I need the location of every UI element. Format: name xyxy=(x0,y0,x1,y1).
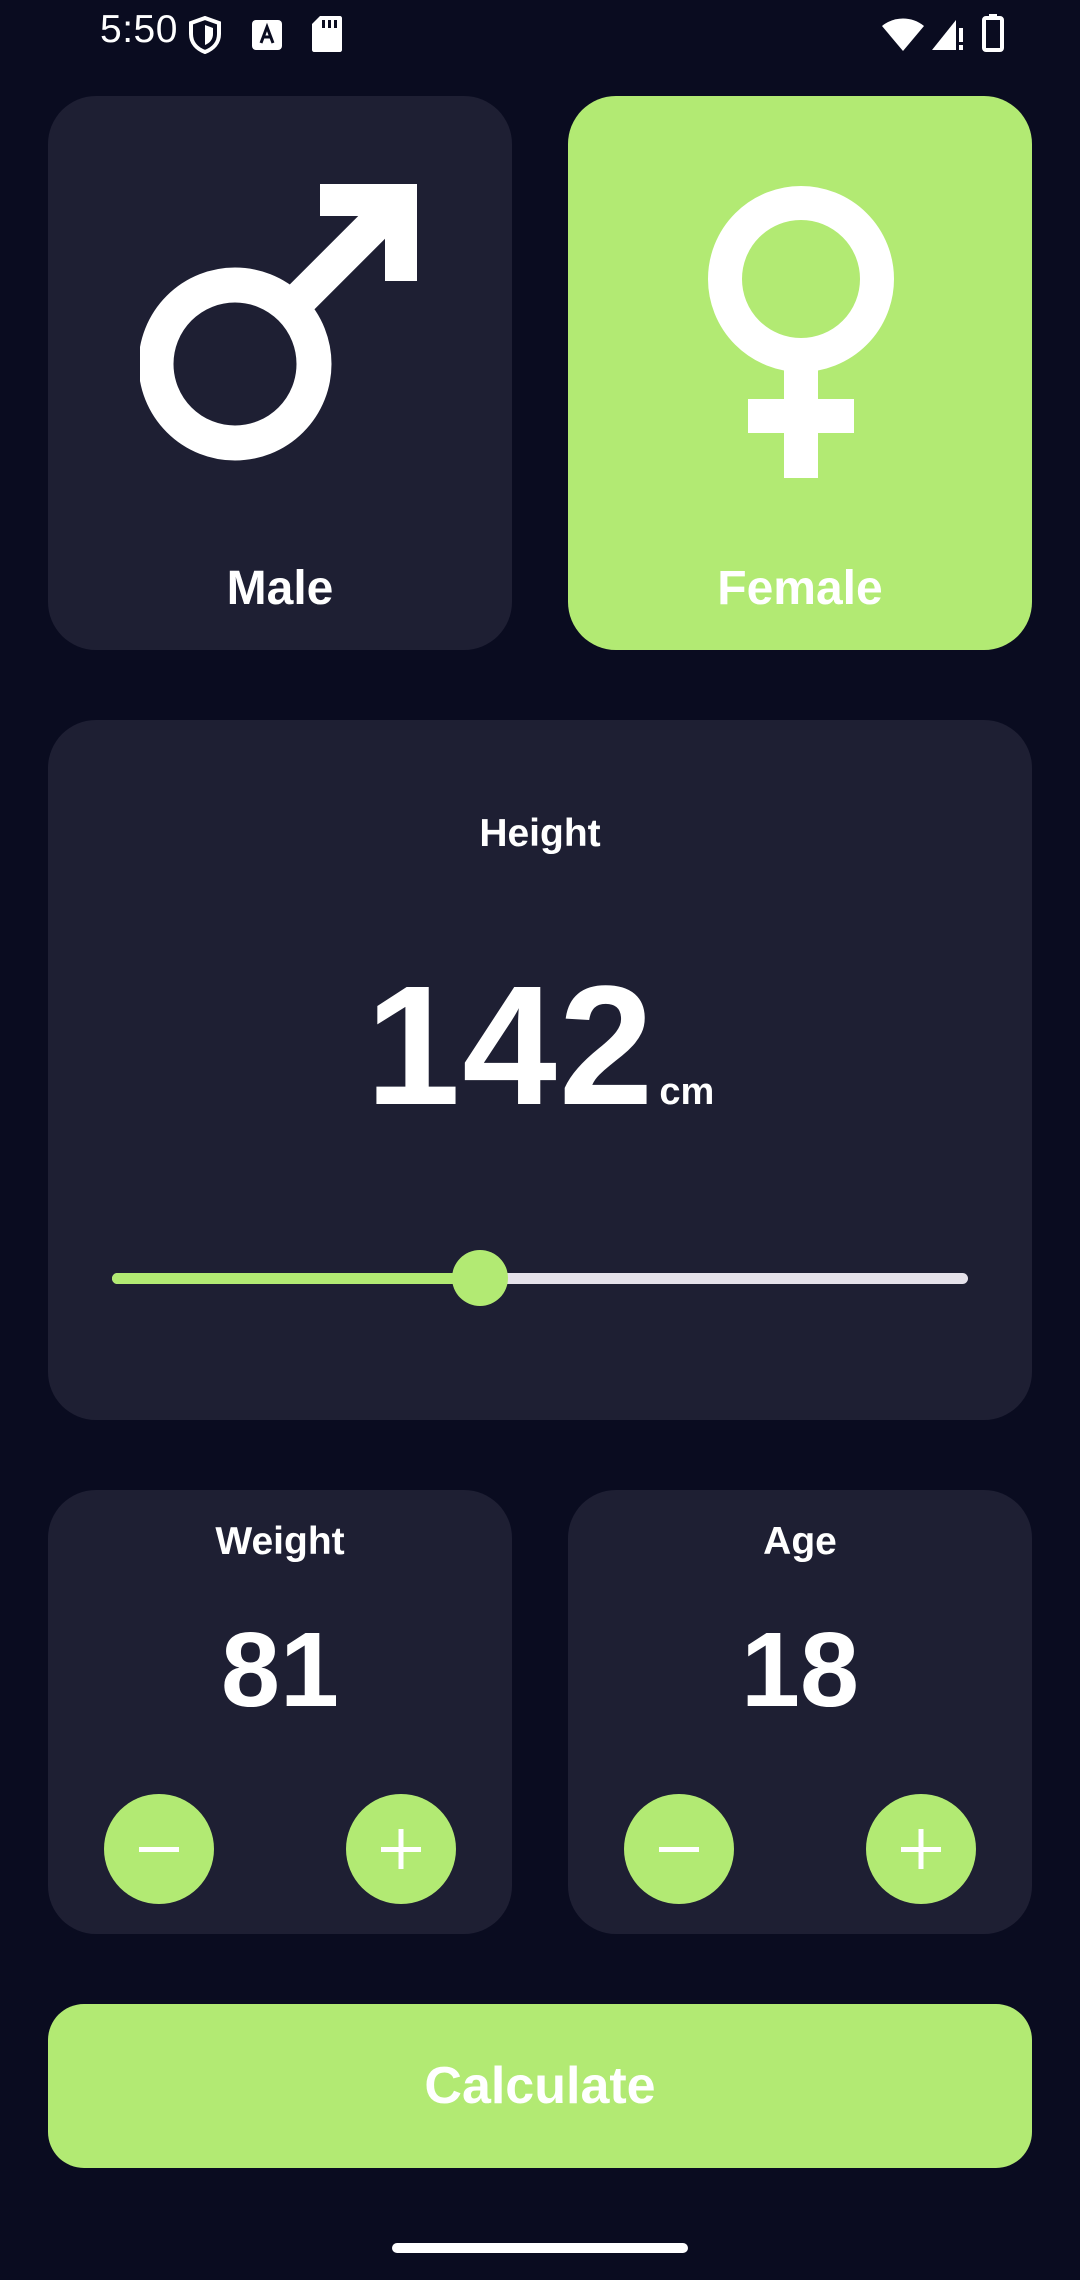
male-card[interactable]: Male xyxy=(48,96,512,650)
calculate-button[interactable]: Calculate xyxy=(48,2004,1032,2168)
height-unit: cm xyxy=(659,1071,715,1113)
male-icon xyxy=(140,184,417,461)
weight-decrement-button[interactable] xyxy=(104,1794,214,1904)
male-label: Male xyxy=(226,562,334,615)
weight-label: Weight xyxy=(215,1520,345,1563)
text-a-icon xyxy=(252,20,282,50)
female-label: Female xyxy=(717,562,883,615)
slider-active-track[interactable] xyxy=(112,1273,481,1284)
weight-card: Weight 81 xyxy=(48,1490,512,1934)
height-value-row: 142 cm xyxy=(48,948,1032,1144)
weight-increment-button[interactable] xyxy=(346,1794,456,1904)
sd-card-icon xyxy=(312,16,342,52)
status-time: 5:50 xyxy=(100,8,178,51)
plus-icon xyxy=(901,1829,941,1869)
height-card: Height 142 cm xyxy=(48,720,1032,1420)
height-label: Height xyxy=(479,812,601,855)
minus-icon xyxy=(139,1847,179,1852)
status-bar: 5:50 xyxy=(0,0,1080,70)
wifi-icon xyxy=(882,18,924,51)
age-card: Age 18 xyxy=(568,1490,1032,1934)
home-indicator[interactable] xyxy=(392,2243,688,2253)
height-value: 142 xyxy=(365,951,656,1141)
battery-icon xyxy=(982,14,1004,52)
age-label: Age xyxy=(763,1520,837,1563)
female-icon xyxy=(708,186,894,478)
age-decrement-button[interactable] xyxy=(624,1794,734,1904)
height-slider[interactable] xyxy=(112,1250,968,1306)
bmi-calculator-screen: 5:50 Male Female Height 142 cm Weight 81… xyxy=(0,0,1080,2280)
age-increment-button[interactable] xyxy=(866,1794,976,1904)
shield-icon xyxy=(189,16,221,54)
plus-icon xyxy=(381,1829,421,1869)
weight-value: 81 xyxy=(221,1611,339,1729)
signal-icon xyxy=(932,20,963,50)
age-value: 18 xyxy=(741,1611,859,1729)
slider-thumb[interactable] xyxy=(452,1250,509,1306)
minus-icon xyxy=(659,1847,699,1852)
female-card[interactable]: Female xyxy=(568,96,1032,650)
